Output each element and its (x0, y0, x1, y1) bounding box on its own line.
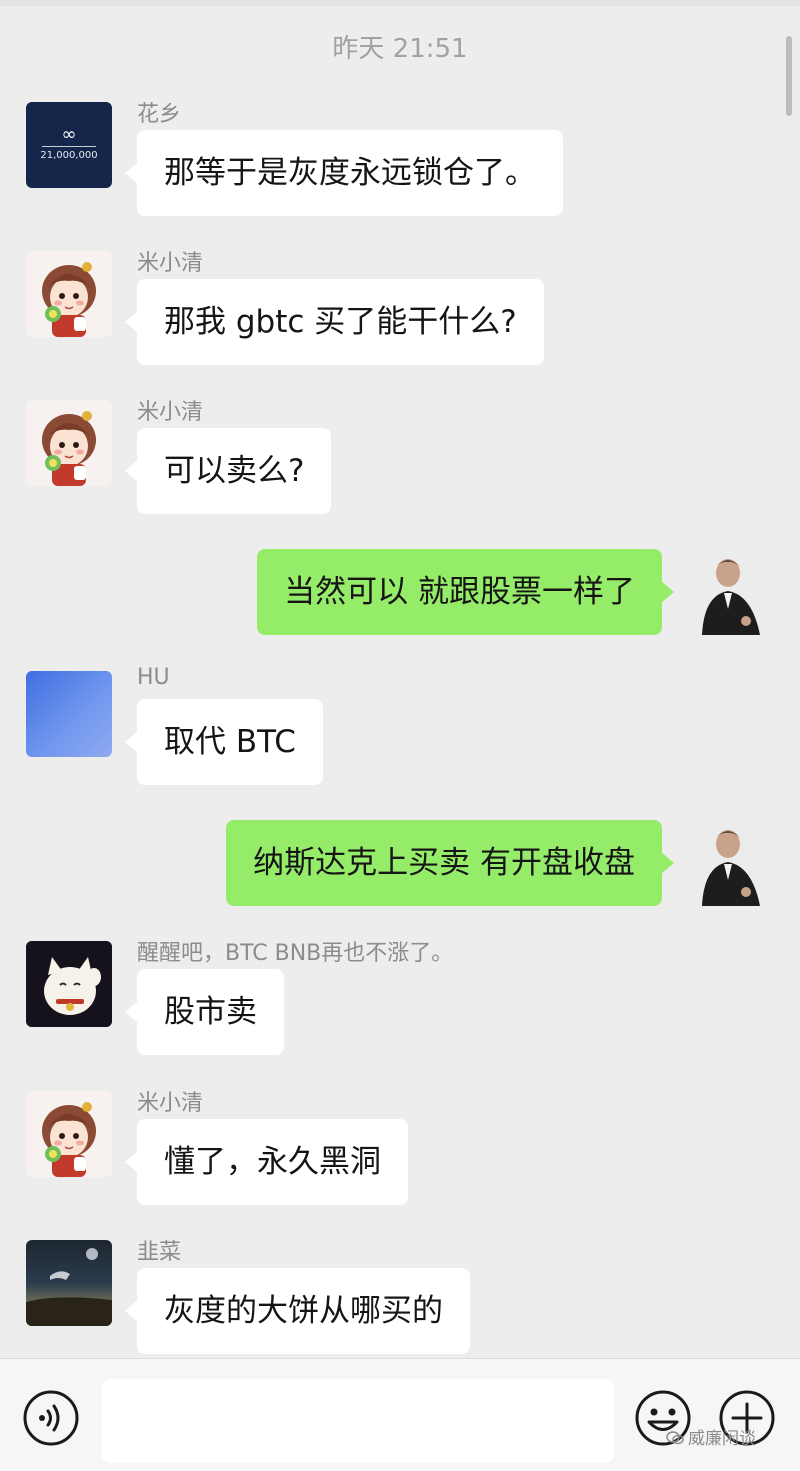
cartoon-girl-icon (42, 411, 96, 486)
sender-avatar[interactable] (26, 671, 112, 757)
infinity-icon: ∞ (61, 124, 77, 145)
message-bubble[interactable]: 纳斯达克上买卖 有开盘收盘 (226, 820, 674, 906)
sender-avatar[interactable] (26, 1240, 112, 1326)
chat-timestamp: 昨天 21:51 (332, 34, 468, 64)
message-bubble[interactable]: 那我 gbtc 买了能干什么? (125, 279, 544, 365)
message-bubble[interactable]: 那等于是灰度永远锁仓了。 (125, 130, 563, 216)
sender-name: 韭菜 (137, 1240, 182, 1265)
watermark: 威廉闲谈 (666, 1424, 756, 1449)
message-bubble[interactable]: 股市卖 (125, 969, 284, 1055)
sender-avatar[interactable] (26, 941, 112, 1027)
message-bubble[interactable]: 可以卖么? (124, 428, 332, 514)
message-input[interactable] (102, 1379, 614, 1463)
my-avatar[interactable] (688, 820, 774, 906)
night-landscape-icon (26, 1248, 112, 1326)
input-bar (0, 1358, 800, 1471)
sender-avatar[interactable] (26, 251, 112, 337)
sender-name: 米小清 (137, 251, 204, 276)
sender-name: 花乡 (137, 102, 182, 127)
avatar-caption: 21,000,000 (40, 150, 98, 161)
avatar-divider (42, 146, 96, 147)
watermark-text: 威廉闲谈 (688, 1429, 756, 1449)
sender-avatar[interactable]: ∞ 21,000,000 (26, 102, 112, 188)
man-in-suit-icon (688, 820, 774, 906)
sender-name: 米小清 (137, 400, 204, 425)
sender-avatar[interactable] (26, 400, 112, 486)
lucky-cat-icon (26, 941, 112, 1027)
cartoon-girl-icon (42, 1102, 96, 1177)
voice-button[interactable] (22, 1389, 80, 1447)
my-avatar[interactable] (688, 549, 774, 635)
message-bubble[interactable]: 当然可以 就跟股票一样了 (257, 549, 674, 635)
man-in-suit-icon (688, 549, 774, 635)
wechat-logo-icon (666, 1430, 684, 1445)
sender-name: 米小清 (137, 1091, 204, 1116)
voice-icon (23, 1390, 79, 1446)
sender-name: 醒醒吧，BTC BNB再也不涨了。 (137, 941, 454, 966)
message-bubble[interactable]: 取代 BTC (125, 699, 323, 785)
message-bubble[interactable]: 懂了，永久黑洞 (125, 1119, 408, 1205)
sender-name: HU (137, 665, 170, 690)
message-bubble[interactable]: 灰度的大饼从哪买的 (125, 1268, 470, 1354)
top-edge (0, 0, 800, 6)
cartoon-girl-icon (42, 262, 96, 337)
sender-avatar[interactable] (26, 1091, 112, 1177)
